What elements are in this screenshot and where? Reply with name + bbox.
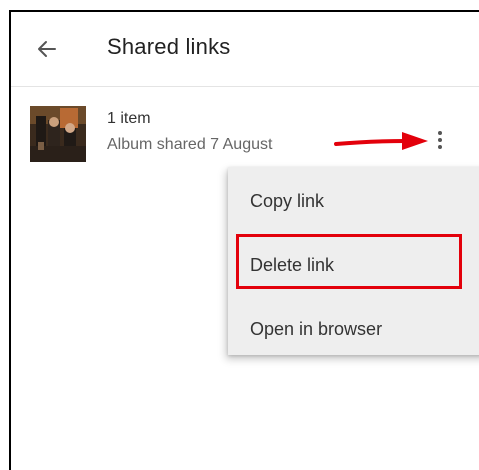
back-button[interactable]	[35, 37, 59, 61]
page-title: Shared links	[107, 34, 231, 59]
annotation-arrow-icon	[334, 132, 428, 150]
menu-item-copy-link[interactable]: Copy link	[250, 191, 324, 212]
album-shared-date: Album shared 7 August	[107, 136, 273, 153]
app-bar: Shared links	[11, 12, 479, 87]
arrow-left-icon	[38, 41, 56, 57]
album-thumbnail[interactable]	[30, 106, 86, 162]
item-count: 1 item	[107, 110, 151, 127]
menu-item-open-in-browser[interactable]: Open in browser	[250, 319, 382, 340]
app-frame: Shared links 1 item Album shared 7 Augus…	[9, 10, 479, 470]
photo-thumbnail-icon	[30, 106, 86, 162]
annotation-highlight-box	[236, 234, 462, 289]
more-vertical-icon	[431, 131, 449, 149]
more-options-button[interactable]	[431, 129, 449, 157]
